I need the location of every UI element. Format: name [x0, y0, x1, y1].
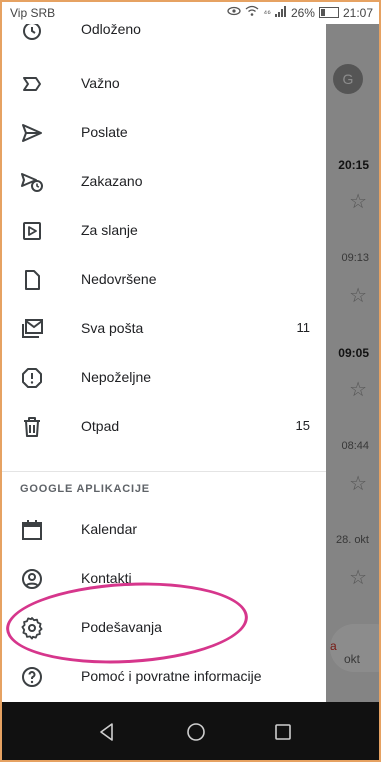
system-navigation-bar — [0, 702, 381, 762]
send-icon — [20, 121, 44, 145]
draft-icon — [20, 268, 44, 292]
drawer-item-label: Sva pošta — [81, 320, 144, 336]
eye-comfort-icon — [227, 5, 242, 20]
spam-icon — [20, 366, 44, 390]
drawer-item-spam[interactable]: Nepoželjne — [0, 358, 326, 398]
section-divider — [0, 471, 326, 472]
drawer-item-help[interactable]: Pomoć i povratne informacije — [0, 657, 326, 697]
wifi-icon — [245, 5, 259, 20]
drawer-item-drafts[interactable]: Nedovršene — [0, 260, 326, 300]
section-header: GOOGLE APLIKACIJE — [20, 483, 150, 495]
trash-icon — [20, 415, 44, 439]
item-count: 15 — [295, 418, 310, 433]
drawer-item-label: Zakazano — [81, 173, 143, 189]
drawer-item-sent[interactable]: Poslate — [0, 113, 326, 153]
drawer-item-trash[interactable]: Otpad 15 — [0, 407, 326, 447]
drawer-item-label: Nepoželjne — [81, 369, 152, 385]
signal-generation-label: ⁴⁶ — [263, 7, 271, 18]
outbox-icon — [20, 219, 44, 243]
back-icon[interactable] — [95, 720, 119, 744]
status-bar: Vip SRB ⁴⁶ 26% 21:07 — [0, 0, 381, 24]
calendar-icon — [20, 518, 44, 542]
carrier-name: Vip SRB — [10, 6, 56, 20]
drawer-item-label: Otpad — [81, 418, 120, 434]
drawer-item-all-mail[interactable]: Sva pošta 11 — [0, 309, 326, 349]
drawer-item-label: Odloženo — [81, 24, 141, 37]
drawer-item-important[interactable]: Važno — [0, 64, 326, 104]
signal-icon — [274, 5, 287, 20]
drawer-item-calendar[interactable]: Kalendar — [0, 510, 326, 550]
battery-percent: 26% — [290, 5, 315, 20]
help-icon — [20, 665, 44, 689]
status-icons: ⁴⁶ 26% 21:07 — [227, 5, 373, 20]
unread-count: 11 — [296, 320, 311, 335]
drawer-item-label: Kalendar — [81, 521, 138, 537]
drawer-item-label: Poslate — [81, 124, 128, 140]
battery-icon — [318, 7, 339, 18]
drawer-item-outbox[interactable]: Za slanje — [0, 211, 326, 251]
all-mail-icon — [20, 317, 44, 341]
drawer-item-snoozed[interactable]: Odloženo — [0, 24, 326, 50]
scheduled-icon — [20, 170, 44, 194]
recents-icon[interactable] — [271, 720, 295, 744]
drawer-item-label: Za slanje — [81, 222, 138, 238]
drawer-item-label: Nedovršene — [81, 271, 157, 287]
drawer-item-scheduled[interactable]: Zakazano — [0, 162, 326, 202]
snoozed-icon — [20, 24, 44, 42]
drawer-item-label: Pomoć i povratne informacije — [81, 668, 262, 684]
clock: 21:07 — [342, 5, 373, 20]
drawer-item-label: Važno — [81, 75, 120, 91]
home-icon[interactable] — [184, 720, 208, 744]
contacts-icon — [20, 567, 44, 591]
important-icon — [20, 72, 44, 96]
